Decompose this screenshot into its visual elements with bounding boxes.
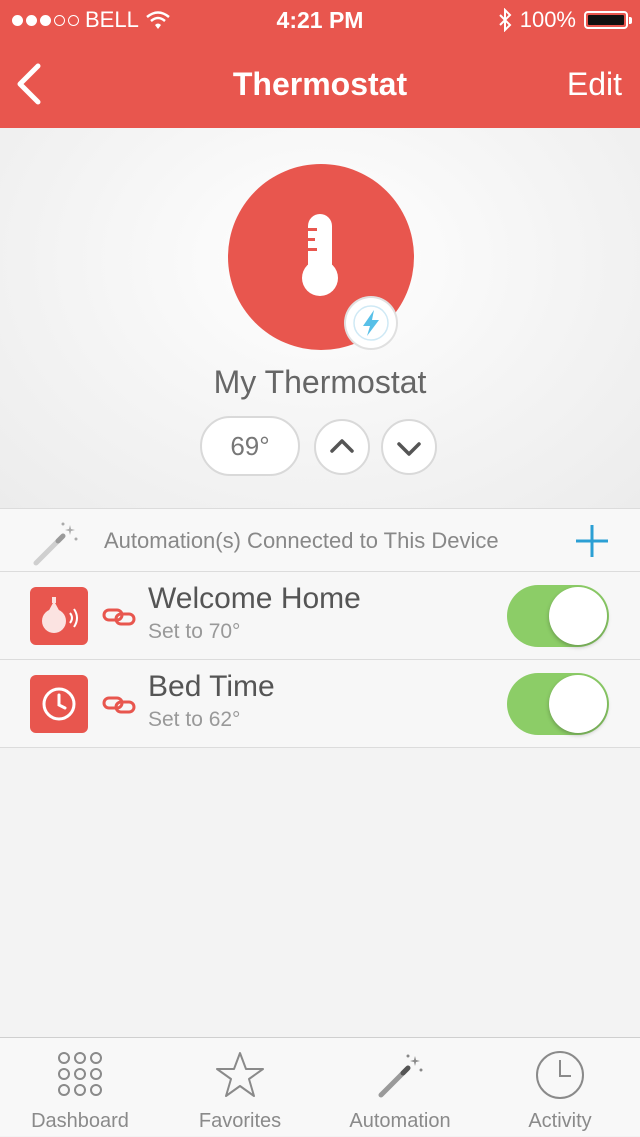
automation-subtitle: Set to 62° bbox=[148, 708, 241, 731]
status-right: 100% bbox=[498, 0, 632, 40]
link-icon bbox=[102, 608, 136, 626]
automation-subtitle: Set to 70° bbox=[148, 620, 241, 643]
tab-label: Favorites bbox=[198, 1110, 282, 1132]
battery-percent: 100% bbox=[519, 7, 576, 32]
battery-icon bbox=[584, 11, 632, 29]
plus-icon bbox=[576, 525, 608, 557]
magic-wand-icon bbox=[33, 522, 78, 566]
tab-label: Dashboard bbox=[31, 1110, 129, 1132]
device-name: My Thermostat bbox=[213, 364, 427, 400]
chevron-left-icon bbox=[17, 63, 41, 105]
tab-label: Activity bbox=[528, 1110, 592, 1132]
clock-icon bbox=[30, 675, 88, 733]
bluetooth-icon bbox=[499, 8, 512, 32]
tab-activity[interactable]: Activity bbox=[480, 1038, 640, 1137]
presence-sensor-icon bbox=[30, 587, 88, 645]
add-automation-button[interactable] bbox=[574, 523, 610, 559]
automation-row-welcome-home[interactable]: Welcome Home Set to 70° bbox=[0, 572, 640, 660]
automation-toggle[interactable] bbox=[507, 585, 609, 647]
star-icon bbox=[216, 1052, 264, 1097]
chevron-down-icon bbox=[397, 442, 421, 456]
tab-favorites[interactable]: Favorites bbox=[160, 1038, 320, 1137]
tab-bar: Dashboard Favorites Automation Activity bbox=[0, 1037, 640, 1136]
navigation-bar: Thermostat Edit bbox=[0, 40, 640, 128]
clock-icon bbox=[536, 1051, 584, 1099]
temperature-up-button[interactable] bbox=[314, 419, 370, 475]
page-title: Thermostat bbox=[232, 66, 408, 102]
automation-toggle[interactable] bbox=[507, 673, 609, 735]
tab-automation[interactable]: Automation bbox=[320, 1038, 480, 1137]
toggle-knob bbox=[549, 675, 607, 733]
edit-button[interactable]: Edit bbox=[567, 40, 622, 128]
grid-dots-icon bbox=[58, 1052, 102, 1096]
lightning-bolt-icon bbox=[353, 305, 389, 341]
magic-wand-icon bbox=[378, 1054, 423, 1098]
tab-label: Automation bbox=[349, 1110, 451, 1132]
automation-row-bed-time[interactable]: Bed Time Set to 62° bbox=[0, 660, 640, 748]
power-badge bbox=[346, 298, 396, 348]
tab-dashboard[interactable]: Dashboard bbox=[0, 1038, 160, 1137]
back-button[interactable] bbox=[10, 60, 54, 108]
status-bar: BELL 4:21 PM 100% bbox=[0, 0, 640, 40]
temperature-down-button[interactable] bbox=[381, 419, 437, 475]
automations-header: Automation(s) Connected to This Device bbox=[0, 508, 640, 572]
link-icon bbox=[102, 696, 136, 714]
toggle-knob bbox=[549, 587, 607, 645]
chevron-up-icon bbox=[330, 439, 354, 453]
automation-title: Welcome Home bbox=[148, 582, 361, 615]
automation-title: Bed Time bbox=[148, 670, 275, 703]
temperature-display[interactable]: 69° bbox=[200, 416, 300, 476]
device-header: My Thermostat 69° bbox=[0, 128, 640, 508]
app-root: BELL 4:21 PM 100% Thermostat Edit My The… bbox=[0, 0, 640, 1136]
automations-header-label: Automation(s) Connected to This Device bbox=[104, 528, 499, 553]
